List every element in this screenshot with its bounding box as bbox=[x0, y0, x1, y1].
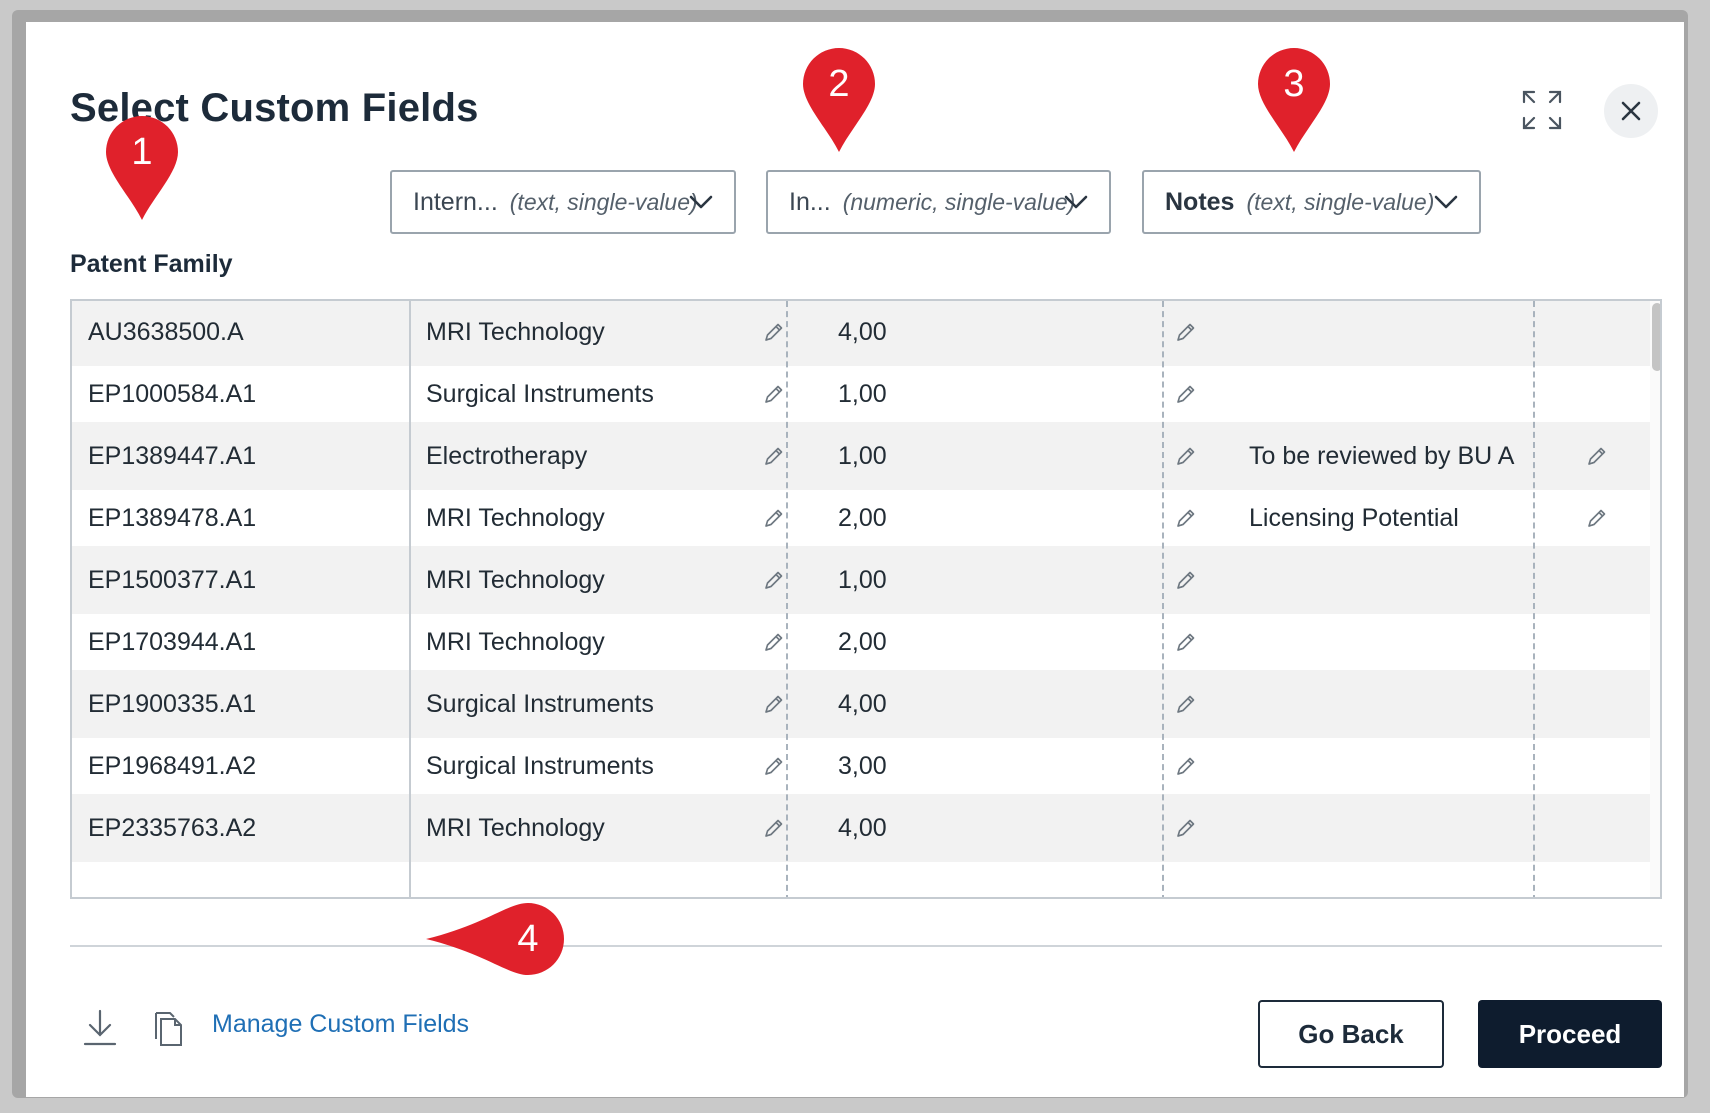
patent-family-cell: EP1389447.A1 bbox=[88, 441, 257, 470]
select-custom-fields-dialog: Select Custom Fields Patent Family Inter… bbox=[26, 22, 1684, 1097]
close-button[interactable] bbox=[1604, 84, 1658, 138]
table-row: EP1000584.A1 Surgical Instruments 1,00 bbox=[72, 360, 1650, 428]
field1-cell: MRI Technology bbox=[426, 317, 605, 346]
chevron-down-icon bbox=[1434, 195, 1458, 209]
table-row: EP1968491.A2 Surgical Instruments 3,00 bbox=[72, 732, 1650, 800]
field2-cell: 4,00 bbox=[838, 689, 887, 718]
field1-cell: Electrotherapy bbox=[426, 441, 588, 470]
patent-family-cell: AU3638500.A bbox=[88, 317, 244, 346]
chevron-down-icon bbox=[689, 195, 713, 209]
patent-family-cell: EP1900335.A1 bbox=[88, 689, 257, 718]
table-row: EP1500377.A1 MRI Technology 1,00 bbox=[72, 546, 1650, 614]
field-name: Intern... bbox=[413, 187, 498, 216]
table-row: EP1389478.A1 MRI Technology 2,00 Licensing … bbox=[72, 484, 1650, 552]
edit-pencil-icon[interactable] bbox=[762, 692, 786, 716]
edit-pencil-icon[interactable] bbox=[762, 568, 786, 592]
edit-pencil-icon[interactable] bbox=[1174, 382, 1198, 406]
expand-icon[interactable] bbox=[1520, 88, 1564, 132]
copy-icon[interactable] bbox=[150, 1009, 186, 1049]
edit-pencil-icon[interactable] bbox=[1174, 692, 1198, 716]
footer-divider bbox=[70, 945, 1662, 947]
manage-custom-fields-link[interactable]: Manage Custom Fields bbox=[212, 1010, 469, 1039]
edit-pencil-icon[interactable] bbox=[762, 320, 786, 344]
field2-cell: 1,00 bbox=[838, 379, 887, 408]
callout-number: 2 bbox=[828, 63, 850, 105]
callout-marker-3: 3 bbox=[1256, 46, 1332, 156]
scrollbar-thumb[interactable] bbox=[1652, 303, 1660, 371]
field1-cell: MRI Technology bbox=[426, 565, 605, 594]
edit-pencil-icon[interactable] bbox=[1174, 444, 1198, 468]
field-selector-2[interactable]: In... (numeric, single-value) bbox=[766, 170, 1111, 234]
column-divider bbox=[409, 301, 411, 897]
field2-cell: 1,00 bbox=[838, 441, 887, 470]
table-row: EP1389447.A1 Electrotherapy 1,00 To be revi… bbox=[72, 422, 1650, 490]
field2-cell: 4,00 bbox=[838, 813, 887, 842]
column-divider bbox=[1162, 301, 1164, 897]
edit-pencil-icon[interactable] bbox=[1585, 444, 1609, 468]
download-icon[interactable] bbox=[80, 1007, 120, 1049]
field1-cell: MRI Technology bbox=[426, 627, 605, 656]
field-name: Notes bbox=[1165, 187, 1235, 216]
patent-family-cell: EP1500377.A1 bbox=[88, 565, 257, 594]
patent-family-cell: EP1389478.A1 bbox=[88, 503, 257, 532]
field1-cell: Surgical Instruments bbox=[426, 379, 654, 408]
notes-cell: Licensing Potential bbox=[1249, 503, 1459, 532]
field2-cell: 2,00 bbox=[838, 627, 887, 656]
field1-cell: Surgical Instruments bbox=[426, 689, 654, 718]
column-divider bbox=[786, 301, 788, 897]
callout-marker-4: 4 bbox=[424, 903, 564, 975]
chevron-down-icon bbox=[1064, 195, 1088, 209]
table-row: EP1703944.A1 MRI Technology 2,00 bbox=[72, 608, 1650, 676]
field1-cell: MRI Technology bbox=[426, 503, 605, 532]
field1-cell: Surgical Instruments bbox=[426, 751, 654, 780]
field2-cell: 2,00 bbox=[838, 503, 887, 532]
edit-pencil-icon[interactable] bbox=[1174, 506, 1198, 530]
notes-cell: To be reviewed by BU A bbox=[1249, 441, 1515, 470]
callout-number: 4 bbox=[517, 918, 539, 960]
column-divider bbox=[1533, 301, 1535, 897]
edit-pencil-icon[interactable] bbox=[762, 382, 786, 406]
patent-family-cell: EP1000584.A1 bbox=[88, 379, 257, 408]
close-icon bbox=[1621, 101, 1641, 121]
field2-cell: 3,00 bbox=[838, 751, 887, 780]
field2-cell: 1,00 bbox=[838, 565, 887, 594]
field-selector-3[interactable]: Notes (text, single-value) bbox=[1142, 170, 1481, 234]
edit-pencil-icon[interactable] bbox=[1174, 816, 1198, 840]
table-scrollbar[interactable] bbox=[1650, 301, 1660, 897]
field-type: (text, single-value) bbox=[509, 188, 698, 215]
field2-cell: 4,00 bbox=[838, 317, 887, 346]
edit-pencil-icon[interactable] bbox=[762, 444, 786, 468]
callout-number: 3 bbox=[1283, 63, 1305, 105]
patent-family-cell: EP1968491.A2 bbox=[88, 751, 257, 780]
edit-pencil-icon[interactable] bbox=[762, 506, 786, 530]
go-back-button[interactable]: Go Back bbox=[1258, 1000, 1444, 1068]
edit-pencil-icon[interactable] bbox=[762, 816, 786, 840]
callout-marker-1: 1 bbox=[104, 114, 180, 224]
patent-family-cell: EP2335763.A2 bbox=[88, 813, 257, 842]
edit-pencil-icon[interactable] bbox=[762, 754, 786, 778]
patent-family-cell: EP1703944.A1 bbox=[88, 627, 257, 656]
edit-pencil-icon[interactable] bbox=[1174, 320, 1198, 344]
callout-marker-2: 2 bbox=[801, 46, 877, 156]
table-row: AU3638500.A MRI Technology 4,00 bbox=[72, 301, 1650, 366]
patent-family-label: Patent Family bbox=[70, 250, 233, 278]
edit-pencil-icon[interactable] bbox=[1174, 568, 1198, 592]
edit-pencil-icon[interactable] bbox=[1174, 630, 1198, 654]
field-name: In... bbox=[789, 187, 831, 216]
field-type: (text, single-value) bbox=[1246, 188, 1435, 215]
edit-pencil-icon[interactable] bbox=[1585, 506, 1609, 530]
field-type: (numeric, single-value) bbox=[842, 188, 1076, 215]
table-row: EP1900335.A1 Surgical Instruments 4,00 bbox=[72, 670, 1650, 738]
proceed-button[interactable]: Proceed bbox=[1478, 1000, 1662, 1068]
custom-fields-table: AU3638500.A MRI Technology 4,00 EP1000584.A… bbox=[70, 299, 1662, 899]
edit-pencil-icon[interactable] bbox=[762, 630, 786, 654]
field-selector-1[interactable]: Intern... (text, single-value) bbox=[390, 170, 736, 234]
field1-cell: MRI Technology bbox=[426, 813, 605, 842]
table-row: EP2335763.A2 MRI Technology 4,00 bbox=[72, 794, 1650, 862]
callout-number: 1 bbox=[131, 131, 153, 173]
edit-pencil-icon[interactable] bbox=[1174, 754, 1198, 778]
